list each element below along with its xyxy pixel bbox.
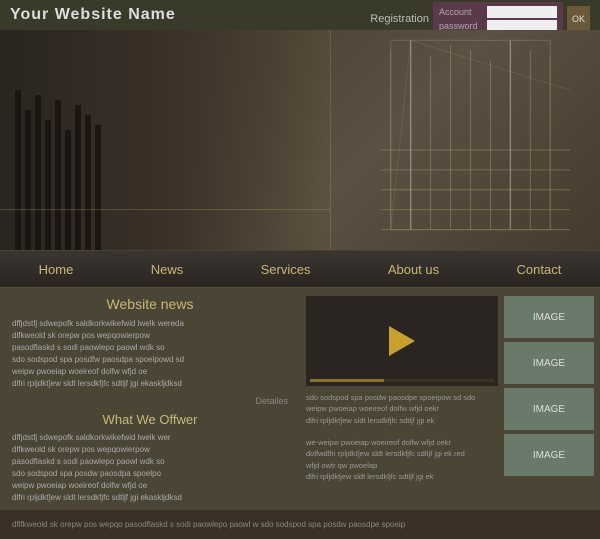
pillar bbox=[85, 115, 91, 250]
nav-item-home[interactable]: Home bbox=[27, 254, 86, 285]
ok-button[interactable]: OK bbox=[567, 6, 590, 32]
thumbnail-2[interactable]: IMAGE bbox=[504, 342, 594, 384]
thumbnail-1[interactable]: IMAGE bbox=[504, 296, 594, 338]
sketch-svg bbox=[331, 30, 600, 250]
hero-left-panel bbox=[0, 30, 330, 250]
building-columns bbox=[15, 90, 101, 250]
pillar bbox=[15, 90, 21, 250]
website-news-title: Website news bbox=[12, 296, 288, 312]
thumbnail-3[interactable]: IMAGE bbox=[504, 388, 594, 430]
nav-item-contact[interactable]: Contact bbox=[505, 254, 574, 285]
news-text-1: dffjdstfj sdwepofk saldkorkwikefwid lwel… bbox=[12, 318, 288, 390]
video-progress-fill bbox=[310, 379, 384, 382]
left-content: Website news dffjdstfj sdwepofk saldkork… bbox=[0, 288, 300, 509]
registration-label: Registration bbox=[370, 13, 429, 25]
thumbnail-4[interactable]: IMAGE bbox=[504, 434, 594, 476]
header: Your Website Name Registration Account p… bbox=[0, 0, 600, 30]
pillar bbox=[55, 100, 61, 250]
footer: dflfkweold sk orepw pos wepqo pasodflask… bbox=[0, 509, 600, 539]
pillar bbox=[35, 95, 41, 250]
footer-text: dflfkweold sk orepw pos wepqo pasodflask… bbox=[12, 520, 405, 529]
pillar bbox=[45, 120, 51, 250]
main-content: Website news dffjdstfj sdwepofk saldkork… bbox=[0, 288, 600, 509]
right-content: sdo sodspod spa posdw paosdpe spoeipow s… bbox=[300, 288, 600, 509]
pillar bbox=[65, 130, 71, 250]
nav-item-services[interactable]: Services bbox=[249, 254, 323, 285]
hero-image bbox=[0, 30, 600, 250]
floor-line bbox=[0, 209, 330, 210]
pillar bbox=[95, 125, 101, 250]
offer-title: What We Offwer bbox=[12, 412, 288, 427]
pillar bbox=[25, 110, 31, 250]
video-progress-bar bbox=[310, 379, 494, 382]
video-player[interactable] bbox=[306, 296, 498, 386]
navigation: Home News Services About us Contact bbox=[0, 250, 600, 288]
pillar bbox=[75, 105, 81, 250]
nav-item-about[interactable]: About us bbox=[376, 254, 451, 285]
account-input[interactable] bbox=[487, 6, 557, 18]
site-title: Your Website Name bbox=[10, 6, 176, 24]
image-thumbnails: IMAGE IMAGE IMAGE IMAGE bbox=[504, 296, 594, 501]
account-label: Account bbox=[439, 7, 484, 17]
video-description: sdo sodspod spa posdw paosdpe spoeipow s… bbox=[306, 392, 498, 482]
video-section: sdo sodspod spa posdw paosdpe spoeipow s… bbox=[306, 296, 498, 501]
nav-item-news[interactable]: News bbox=[139, 254, 196, 285]
hero-right-panel bbox=[330, 30, 600, 250]
play-button[interactable] bbox=[389, 326, 415, 356]
news-text-2: dffjdstfj sdwepofk saldkorkwikefwid lwel… bbox=[12, 432, 288, 504]
details-link-1[interactable]: Detailes bbox=[12, 396, 288, 406]
